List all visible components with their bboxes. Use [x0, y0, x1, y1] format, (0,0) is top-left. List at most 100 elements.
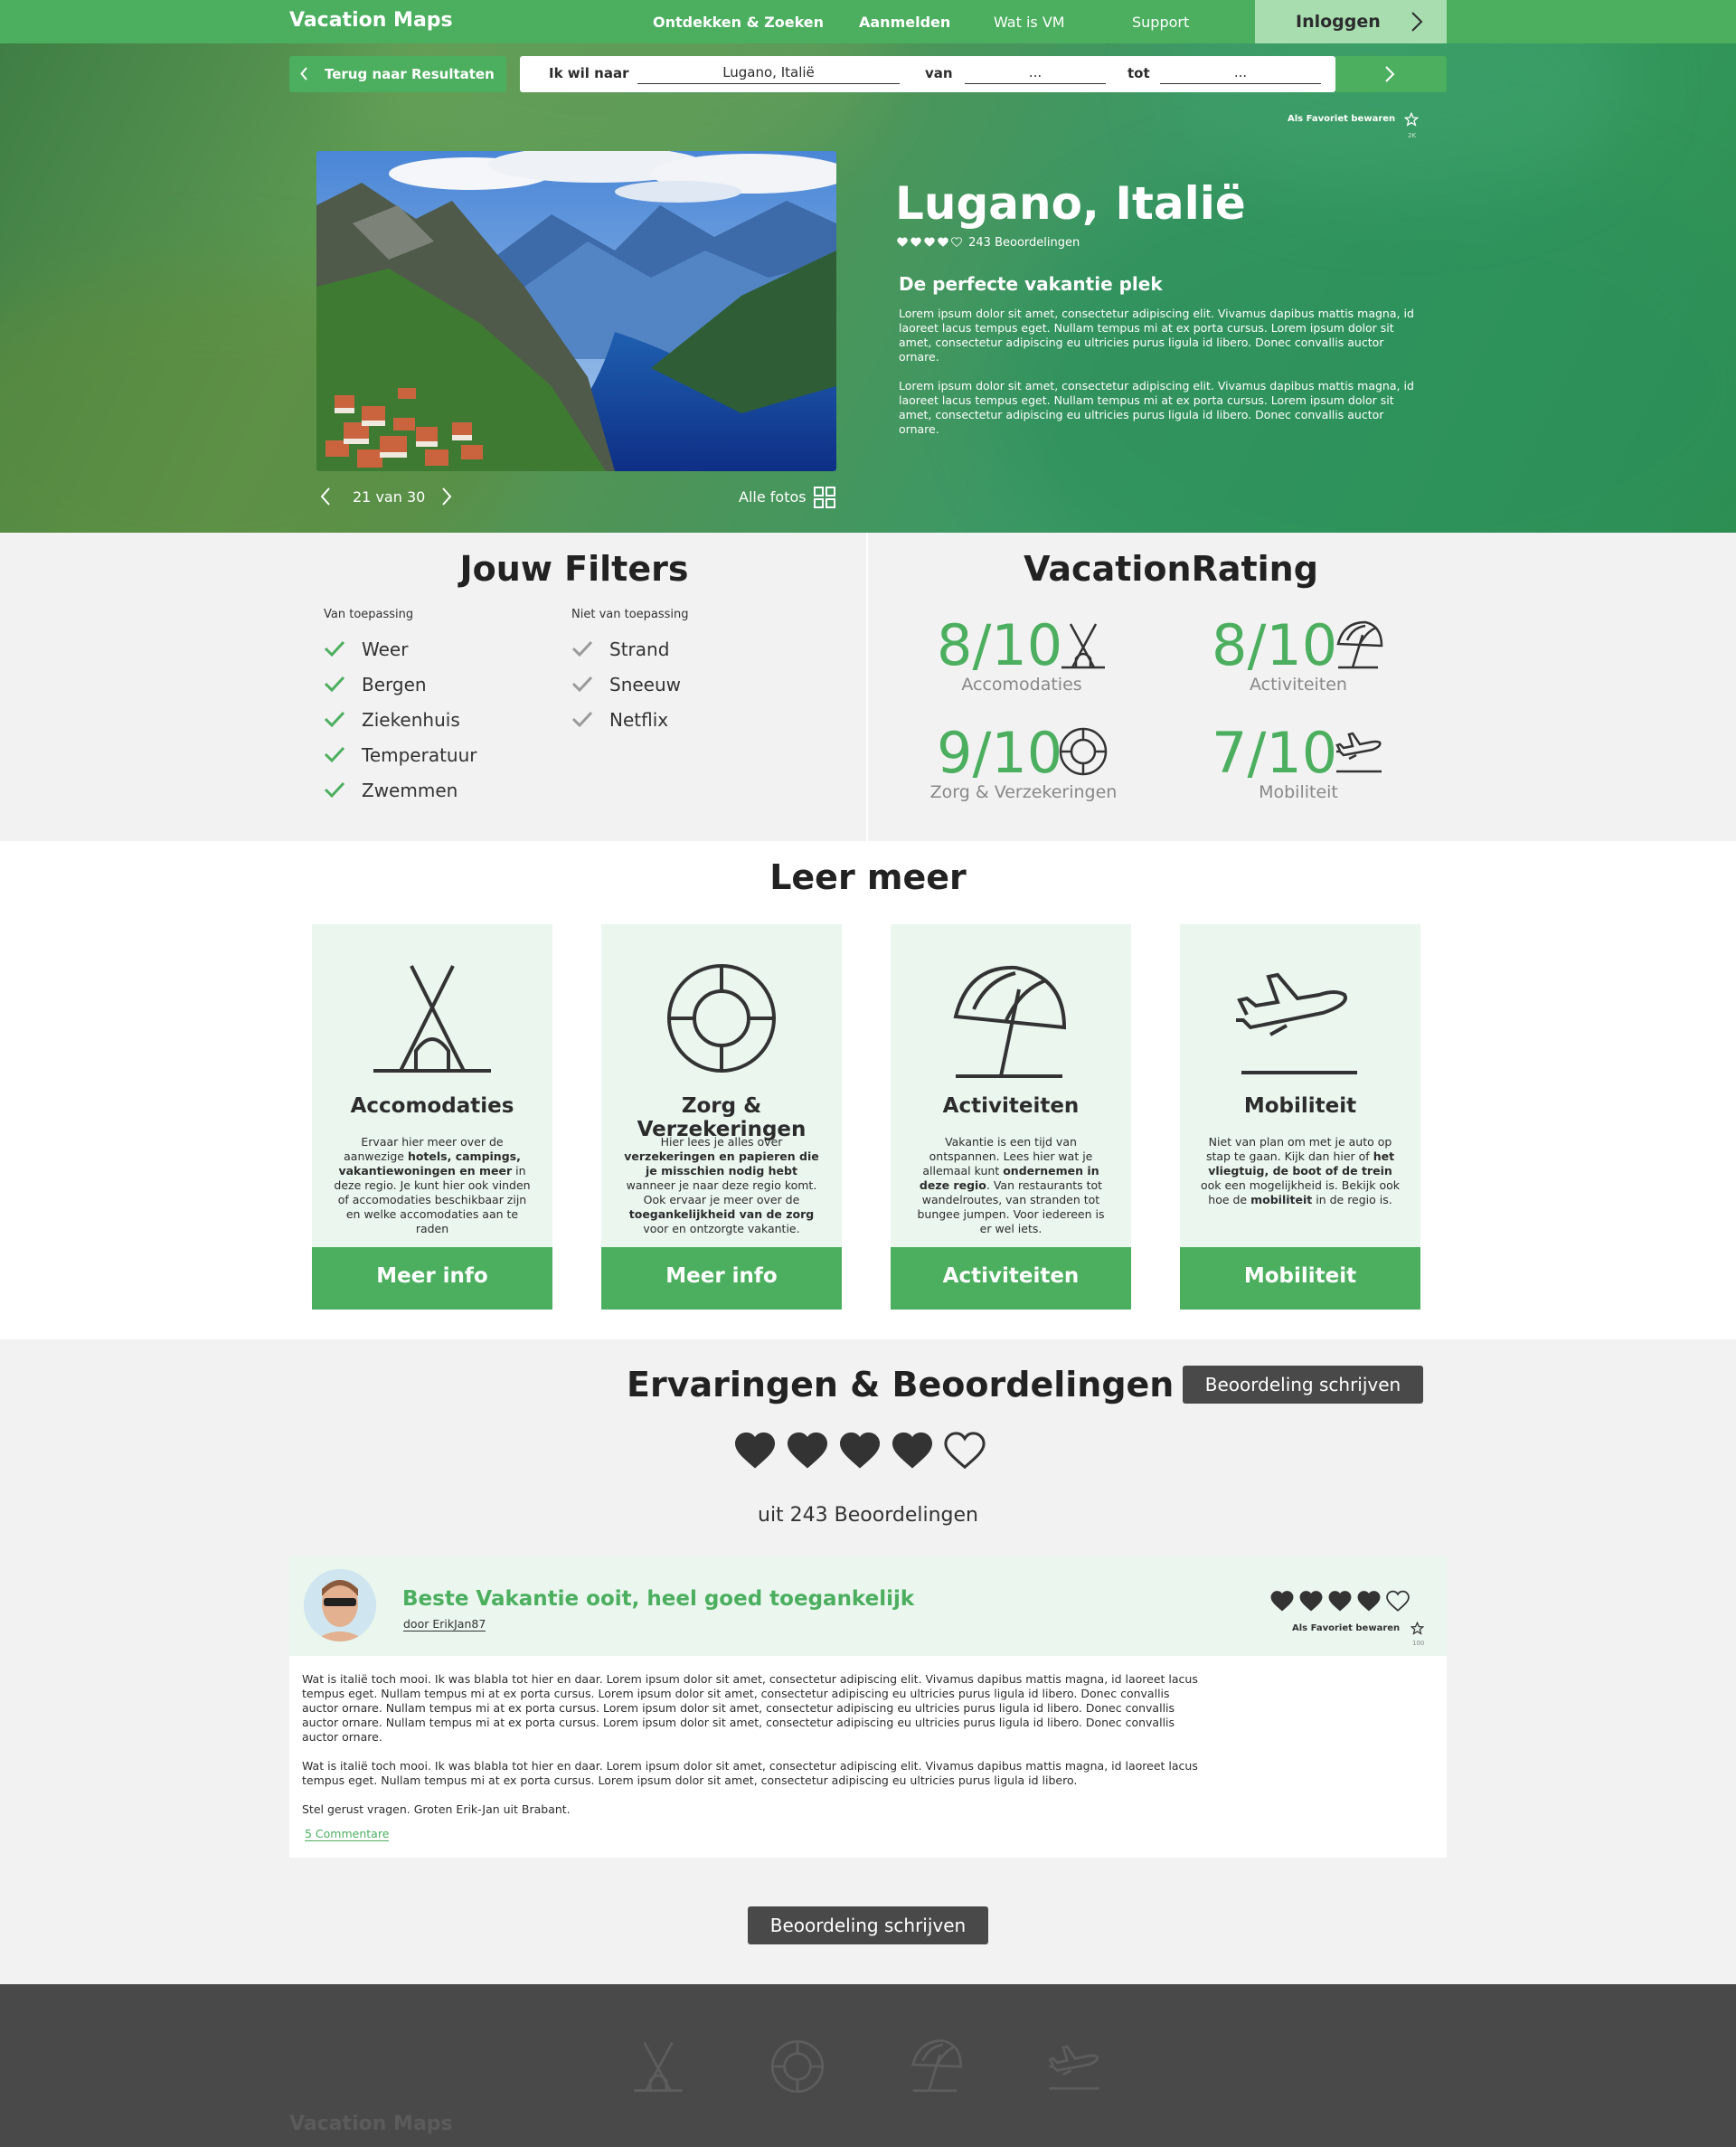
rating-score-accommodation: 8/10	[937, 612, 1063, 678]
top-nav: Vacation Maps Ontdekken & Zoeken Aanmeld…	[0, 0, 1736, 43]
not-applicable-heading: Niet van toepassing	[571, 608, 689, 621]
activities-button[interactable]: Activiteiten	[891, 1247, 1131, 1310]
destination-label: Ik wil naar	[549, 65, 629, 81]
review-header: Beste Vakantie ooit, heel goed toegankel…	[289, 1556, 1447, 1656]
chevron-left-icon	[300, 67, 307, 80]
check-icon	[324, 781, 345, 799]
card-text: Vakantie is een tijd van ontspannen. Lee…	[917, 1135, 1105, 1235]
all-photos-link[interactable]: Alle fotos	[739, 488, 807, 506]
learn-card-activities: Activiteiten Vakantie is een tijd van on…	[891, 924, 1131, 1310]
nav-link-support[interactable]: Support	[1132, 14, 1189, 31]
filter-label: Ziekenhuis	[362, 709, 460, 731]
review-author-link[interactable]: door ErikJan87	[403, 1618, 486, 1632]
hero-paragraph: Lorem ipsum dolor sit amet, consectetur …	[899, 379, 1414, 436]
comments-link[interactable]: 5 Commentare	[305, 1828, 390, 1841]
photo-counter: 21 van 30	[353, 488, 426, 506]
hero-rating: 243 Beoordelingen	[897, 236, 1080, 250]
check-icon	[571, 676, 593, 693]
check-icon	[571, 640, 593, 657]
heart-filled-icon	[910, 237, 921, 247]
nav-link-register[interactable]: Aanmelden	[859, 14, 950, 31]
nav-link-discover[interactable]: Ontdekken & Zoeken	[653, 14, 824, 31]
destination-photo[interactable]	[316, 151, 836, 471]
write-review-button-bottom[interactable]: Beoordeling schrijven	[748, 1906, 988, 1944]
login-button[interactable]: Inloggen	[1255, 0, 1447, 43]
filter-applicable-item[interactable]: Weer	[324, 638, 409, 660]
mobility-button[interactable]: Mobiliteit	[1180, 1247, 1420, 1310]
rating-label: Accomodaties	[961, 675, 1082, 695]
more-info-button[interactable]: Meer info	[312, 1247, 552, 1310]
search-box: Ik wil naar Lugano, Italië van ... tot .…	[520, 56, 1335, 92]
filter-not-applicable-item[interactable]: Netflix	[571, 709, 668, 731]
destination-field[interactable]: Lugano, Italië	[637, 64, 900, 84]
learn-more-title: Leer meer	[769, 857, 967, 897]
hero-paragraph: Lorem ipsum dolor sit amet, consectetur …	[899, 307, 1414, 364]
logo[interactable]: Vacation Maps	[289, 9, 453, 32]
check-icon	[324, 676, 345, 693]
back-label: Terug naar Resultaten	[325, 66, 495, 82]
heart-outline-icon	[951, 237, 962, 248]
rating-label: Zorg & Verzekeringen	[929, 782, 1118, 802]
favorite-label[interactable]: Als Favoriet bewaren	[1288, 114, 1395, 124]
filter-applicable-item[interactable]: Bergen	[324, 674, 427, 695]
date-from-field[interactable]: ...	[965, 64, 1106, 84]
from-label: van	[925, 65, 953, 81]
check-icon	[324, 640, 345, 657]
photo-next-icon[interactable]	[441, 487, 452, 506]
filter-applicable-item[interactable]: Zwemmen	[324, 780, 458, 801]
rating-score-care: 9/10	[937, 720, 1063, 786]
filter-not-applicable-item[interactable]: Sneeuw	[571, 674, 682, 695]
favorite-label[interactable]: Als Favoriet bewaren	[1292, 1623, 1400, 1633]
filter-applicable-item[interactable]: Temperatuur	[324, 744, 477, 766]
heart-filled-icon	[839, 1432, 881, 1469]
star-icon[interactable]	[1404, 112, 1419, 127]
reviews-count: uit 243 Beoordelingen	[758, 1504, 978, 1527]
hero-section: Terug naar Resultaten Ik wil naar Lugano…	[0, 43, 1736, 533]
hero-subtitle: De perfecte vakantie plek	[899, 273, 1163, 295]
chevron-right-icon	[1385, 66, 1395, 82]
review-rating-hearts	[1270, 1590, 1415, 1617]
airplane-icon	[1048, 2045, 1099, 2090]
filter-label: Weer	[362, 638, 409, 660]
nav-link-about[interactable]: Wat is VM	[994, 14, 1065, 31]
filter-label: Sneeuw	[609, 674, 682, 695]
card-text: Hier lees je alles over verzekeringen en…	[624, 1135, 819, 1235]
favorite-count: 2K	[1408, 132, 1417, 139]
write-review-button[interactable]: Beoordeling schrijven	[1183, 1366, 1423, 1404]
filter-applicable-item[interactable]: Ziekenhuis	[324, 709, 460, 731]
learn-card-mobility: Mobiliteit Niet van plan om met je auto …	[1180, 924, 1420, 1310]
more-info-button[interactable]: Meer info	[601, 1247, 842, 1310]
photo-prev-icon[interactable]	[320, 487, 331, 506]
reviews-section: Ervaringen & Beoordelingen Beoordeling s…	[0, 1339, 1736, 1984]
umbrella-icon	[953, 965, 1067, 1078]
airplane-icon	[1236, 972, 1357, 1074]
filter-not-applicable-item[interactable]: Strand	[571, 638, 669, 660]
learn-card-accommodation: Accomodaties Ervaar hier meer over de aa…	[312, 924, 552, 1310]
heart-filled-icon	[1357, 1591, 1381, 1612]
umbrella-icon	[910, 2039, 963, 2092]
footer-logo[interactable]: Vacation Maps	[289, 2113, 453, 2135]
airplane-icon	[1335, 732, 1382, 773]
review-paragraph: Wat is italië toch mooi. Ik was blabla t…	[302, 1759, 1198, 1787]
heart-filled-icon	[897, 237, 908, 247]
heart-filled-icon	[1299, 1591, 1323, 1612]
rating-title: VacationRating	[1024, 549, 1318, 589]
back-to-results-button[interactable]: Terug naar Resultaten	[289, 56, 506, 92]
date-to-field[interactable]: ...	[1160, 64, 1321, 84]
review-paragraph: Wat is italië toch mooi. Ik was blabla t…	[302, 1672, 1198, 1744]
search-submit-button[interactable]	[1335, 56, 1447, 92]
grid-icon[interactable]	[814, 487, 835, 508]
star-icon[interactable]	[1410, 1622, 1424, 1635]
check-icon	[324, 711, 345, 728]
card-title: Accomodaties	[350, 1094, 514, 1118]
review-count[interactable]: 243 Beoordelingen	[968, 236, 1080, 250]
review-title[interactable]: Beste Vakantie ooit, heel goed toegankel…	[402, 1587, 914, 1611]
avatar[interactable]	[304, 1569, 376, 1641]
rating-score-mobility: 7/10	[1212, 720, 1338, 786]
chevron-right-icon	[1411, 12, 1423, 32]
lifebuoy-icon	[667, 964, 776, 1073]
favorite-count: 100	[1412, 1640, 1425, 1647]
reviews-title: Ervaringen & Beoordelingen	[627, 1365, 1175, 1405]
heart-filled-icon	[787, 1432, 828, 1469]
card-text: Niet van plan om met je auto op stap te …	[1200, 1135, 1400, 1206]
